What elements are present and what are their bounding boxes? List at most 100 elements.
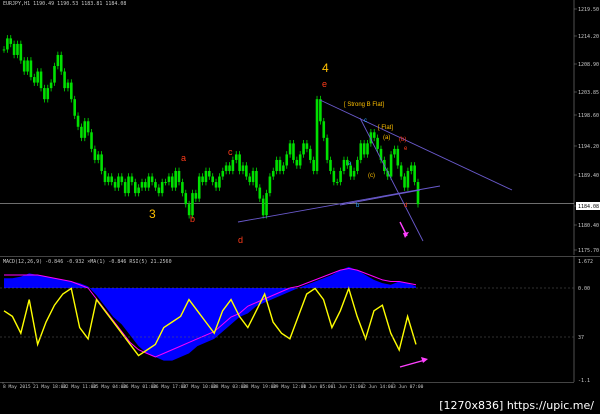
candle-body — [103, 170, 107, 183]
wave-label: c — [228, 147, 233, 157]
candle-body — [140, 182, 144, 188]
wave-label: [ Strong B Flat] — [344, 102, 384, 108]
candle-body — [184, 193, 188, 205]
candle-body — [278, 159, 282, 171]
x-tick-label: 28 May 03:00 — [213, 384, 246, 390]
candle-body — [275, 159, 278, 171]
candle-body — [12, 43, 16, 55]
candle-body — [248, 176, 252, 183]
watermark: [1270x836] https://upic.me/ — [437, 399, 596, 412]
wave-label: [ Flat] — [378, 125, 393, 131]
wave-label: e — [322, 79, 327, 89]
candle-body — [319, 99, 322, 122]
candle-body — [49, 82, 53, 89]
candle-body — [409, 165, 413, 171]
candle-body — [9, 38, 13, 44]
candle-body — [352, 170, 356, 177]
x-tick-label: 26 May 01:00 — [123, 384, 156, 390]
x-tick-label: 29 May 12:00 — [273, 384, 306, 390]
candle-body — [214, 182, 218, 188]
macd-chart: 1.6720.0037-1.1 — [0, 256, 600, 386]
price-tick-label: 1198.60 — [578, 113, 599, 119]
candle-body — [39, 71, 43, 89]
candle-body — [221, 170, 225, 177]
candle-body — [332, 170, 336, 183]
candle-body — [362, 143, 366, 155]
candle-body — [174, 170, 177, 188]
candle-body — [164, 182, 167, 184]
candle-body — [147, 176, 151, 188]
candle-body — [255, 170, 258, 188]
candle-body — [19, 43, 23, 61]
candle-body — [372, 132, 376, 138]
candle-body — [6, 38, 9, 50]
candle-body — [349, 165, 352, 177]
candle-body — [191, 193, 194, 216]
candle-body — [335, 182, 339, 184]
candle-body — [127, 176, 130, 194]
candle-body — [59, 54, 63, 72]
chart-window: 1219.50 1214.20 1208.90 1203.85 1198.60 1194.… — [0, 0, 600, 414]
candle-body — [238, 154, 241, 171]
candle-body — [396, 148, 400, 166]
price-tick-label: 1194.20 — [578, 144, 599, 150]
x-tick-label: 25 May 04:00 — [93, 384, 126, 390]
chart-header: EURJPY,H1 1190.49 1190.53 1183.81 1184.0… — [3, 1, 127, 7]
macd-tick-label: 37 — [578, 335, 584, 341]
candle-body — [399, 165, 403, 177]
candle-body — [325, 137, 329, 160]
candle-body — [56, 54, 60, 67]
candle-body — [298, 154, 302, 166]
macd-tick-label: 1.672 — [578, 259, 593, 265]
candle-body — [366, 143, 369, 155]
wave-label: d — [404, 203, 407, 209]
candle-body — [413, 165, 416, 183]
candle-body — [83, 121, 87, 138]
candle-body — [32, 77, 36, 83]
candle-body — [329, 159, 332, 171]
candle-body — [208, 170, 211, 177]
candle-body — [292, 143, 295, 160]
candle-body — [268, 176, 272, 194]
candle-body — [113, 182, 117, 188]
wave-label: d — [238, 235, 243, 245]
candle-body — [359, 143, 363, 160]
candle-body — [157, 187, 161, 194]
candle-body — [234, 154, 238, 160]
price-bg — [0, 0, 600, 255]
candle-body — [93, 148, 97, 160]
candle-body — [312, 159, 315, 171]
price-chart: 1219.50 1214.20 1208.90 1203.85 1198.60 1194.… — [0, 0, 600, 255]
wave-label: (b) — [399, 137, 406, 143]
wave-label: b — [190, 214, 195, 224]
candle-body — [211, 176, 214, 183]
wave-label: 4 — [322, 61, 329, 75]
candle-body — [197, 176, 201, 199]
candle-body — [70, 82, 73, 100]
candle-body — [416, 182, 420, 205]
x-tick-label: 8 May 2015 — [3, 384, 31, 390]
candle-body — [245, 165, 248, 177]
candle-body — [181, 182, 184, 194]
candle-body — [53, 66, 56, 83]
candle-body — [133, 182, 137, 194]
candle-body — [22, 60, 26, 72]
price-tick-label: 1180.40 — [578, 223, 599, 229]
price-tick-label: 1214.20 — [578, 34, 599, 40]
wave-label: (a) — [383, 135, 390, 141]
x-tick-label: 1 Jun 05:00 — [303, 384, 334, 390]
candle-body — [66, 82, 70, 89]
wave-label: 3 — [149, 207, 156, 221]
candle-body — [201, 176, 204, 183]
candle-body — [315, 99, 319, 171]
candle-body — [170, 176, 174, 188]
candle-body — [302, 143, 305, 155]
candle-body — [167, 176, 171, 183]
candle-body — [322, 121, 326, 138]
price-tick-label: 1189.40 — [578, 173, 599, 179]
candle-body — [389, 154, 393, 177]
wave-label: (c) — [368, 173, 375, 179]
candle-body — [231, 159, 235, 171]
candle-body — [144, 182, 147, 188]
price-tick-label: 1219.50 — [578, 7, 599, 13]
